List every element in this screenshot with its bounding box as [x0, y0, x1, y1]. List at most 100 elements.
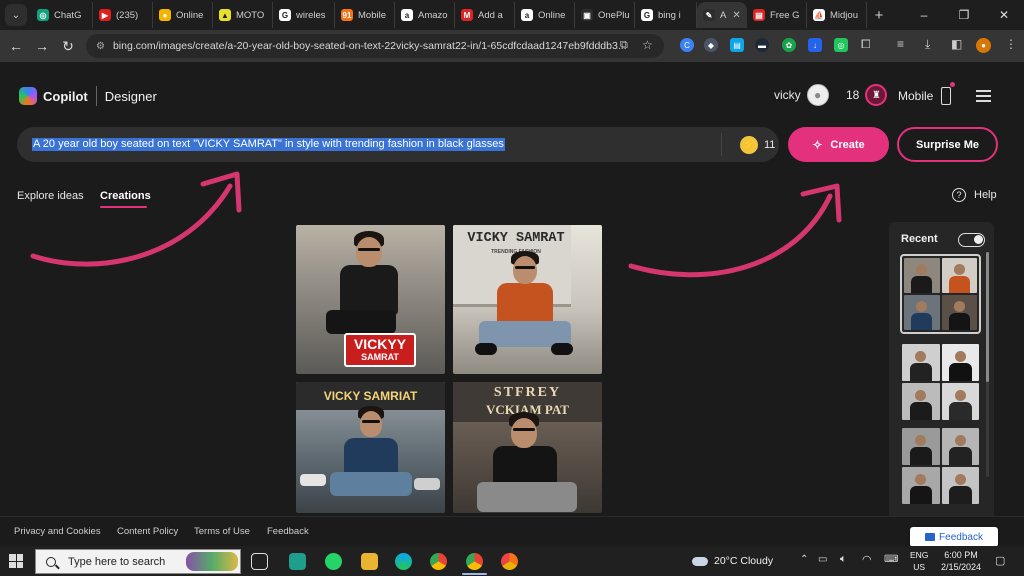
- restore-button[interactable]: ❐: [944, 0, 984, 30]
- create-button[interactable]: ✧ Create: [788, 127, 889, 162]
- keyboard-icon[interactable]: ⌨: [884, 554, 898, 565]
- reload-icon[interactable]: ↻: [55, 33, 81, 59]
- windows-start-icon[interactable]: [9, 554, 23, 568]
- taskbar-search-placeholder: Type here to search: [68, 555, 166, 568]
- reading-list-icon[interactable]: ≡: [897, 37, 904, 51]
- user-menu[interactable]: vicky ●: [774, 84, 829, 106]
- recent-group-3[interactable]: [900, 426, 981, 506]
- browser-tab[interactable]: Gwireles: [273, 2, 335, 28]
- extension-docs-icon[interactable]: ▤: [730, 38, 744, 52]
- recent-toggle[interactable]: [958, 233, 985, 247]
- browser-tab[interactable]: a Online: [515, 2, 575, 28]
- hamburger-menu-icon[interactable]: [976, 90, 991, 102]
- recent-group-1[interactable]: [900, 254, 981, 334]
- privacy-link[interactable]: Privacy and Cookies: [14, 526, 101, 537]
- page-footer: Privacy and Cookies Content Policy Terms…: [0, 516, 1024, 544]
- browser-tab[interactable]: 91 Mobile: [335, 2, 395, 28]
- tab-label: ChatG: [54, 9, 82, 21]
- browser-tab[interactable]: ✎ A ✕: [697, 2, 747, 28]
- browser-tab[interactable]: M Add a: [455, 2, 515, 28]
- recent-label: Recent: [901, 233, 938, 245]
- extension-chatgpt-icon[interactable]: ◎: [834, 38, 848, 52]
- forward-icon[interactable]: →: [29, 33, 55, 59]
- extension-c-icon[interactable]: C: [680, 38, 694, 52]
- rewards[interactable]: 18 ♜: [846, 84, 888, 106]
- mobile-link[interactable]: Mobile: [898, 82, 956, 105]
- wifi-icon[interactable]: ◠: [862, 553, 872, 566]
- feedback-link[interactable]: Feedback: [267, 526, 309, 537]
- weather-text: 20°C Cloudy: [714, 555, 774, 567]
- browser-tab[interactable]: a Amazo: [395, 2, 455, 28]
- tab-search-button[interactable]: ⌄: [5, 4, 27, 26]
- content-policy-link[interactable]: Content Policy: [117, 526, 178, 537]
- generated-image-4[interactable]: STFREY VCKIAM PAT: [453, 382, 602, 513]
- help-button[interactable]: ? Help: [952, 188, 997, 202]
- search-icon: [46, 556, 56, 567]
- language-indicator[interactable]: ENG US: [910, 549, 928, 573]
- extension-dark-icon[interactable]: ▬: [755, 38, 769, 52]
- annotation-arrow-left: [30, 171, 242, 267]
- generated-image-2[interactable]: VICKY SAMRAT TRENDING FASHION: [453, 225, 602, 374]
- close-window-button[interactable]: ✕: [984, 0, 1024, 30]
- app-teal-icon[interactable]: [289, 553, 306, 570]
- recent-scrollbar[interactable]: [986, 252, 989, 382]
- minimize-button[interactable]: –: [904, 0, 944, 30]
- recent-group-2[interactable]: [900, 342, 981, 422]
- browser-tab[interactable]: ▶ (235): [93, 2, 153, 28]
- extension-download-icon[interactable]: ↓: [808, 38, 822, 52]
- edge-icon[interactable]: [395, 553, 412, 570]
- taskbar-clock[interactable]: 6:00 PM 2/15/2024: [938, 549, 984, 573]
- generated-image-3[interactable]: VICKY SAMRIAT: [296, 382, 445, 513]
- site-info-icon[interactable]: ⚙: [96, 41, 105, 52]
- tab-label: Amazo: [418, 9, 448, 21]
- browser-tab[interactable]: ▤ Free G: [747, 2, 807, 28]
- battery-icon[interactable]: ▭: [818, 554, 827, 565]
- tab-favicon-icon: 91: [341, 9, 353, 21]
- prompt-text[interactable]: A 20 year old boy seated on text "VICKY …: [32, 138, 505, 151]
- bookmark-star-icon[interactable]: ☆: [642, 38, 653, 52]
- generated-image-1[interactable]: VICKYY SAMRAT: [296, 225, 445, 374]
- chrome-profile-icon[interactable]: [501, 553, 518, 570]
- feedback-button-label: Feedback: [939, 531, 983, 543]
- prompt-input[interactable]: A 20 year old boy seated on text "VICKY …: [17, 127, 779, 162]
- chrome-active-icon[interactable]: [466, 553, 483, 570]
- weather-widget[interactable]: 20°C Cloudy: [692, 546, 773, 576]
- tab-label: (235): [116, 9, 139, 21]
- downloads-icon[interactable]: ⤓: [925, 37, 930, 52]
- address-bar[interactable]: ⚙ bing.com/images/create/a-20-year-old-b…: [86, 34, 664, 58]
- tab-close-icon[interactable]: ✕: [732, 10, 740, 21]
- browser-tab-strip: ⌄ ◎ ChatG ▶ (235) ● Online ▲ MOTO Gwireles 91 Mob…: [0, 0, 1024, 30]
- whatsapp-icon[interactable]: [325, 553, 342, 570]
- tray-expand-icon[interactable]: ⌃: [800, 554, 808, 565]
- side-panel-icon[interactable]: ◧: [951, 37, 962, 51]
- image-2-sign: VICKY SAMRAT: [467, 231, 565, 246]
- boost-counter[interactable]: ⚡ 11: [721, 133, 775, 156]
- region-code: US: [913, 562, 926, 572]
- browser-tab[interactable]: ▲ MOTO: [213, 2, 273, 28]
- new-tab-button[interactable]: +: [867, 7, 891, 24]
- extension-shield-icon[interactable]: ◆: [704, 38, 718, 52]
- browser-tab[interactable]: ⛵ Midjou: [807, 2, 867, 28]
- brand-divider: [95, 86, 97, 106]
- notification-icon[interactable]: ▢: [995, 554, 1005, 567]
- feedback-button[interactable]: Feedback: [910, 527, 998, 547]
- brand[interactable]: Copilot Designer: [19, 86, 157, 106]
- extension-green-icon[interactable]: ✿: [782, 38, 796, 52]
- browser-tab[interactable]: ▣ OnePlu: [575, 2, 635, 28]
- terms-link[interactable]: Terms of Use: [194, 526, 250, 537]
- taskbar-search[interactable]: Type here to search: [35, 549, 241, 574]
- chrome-menu-icon[interactable]: ⋮: [1005, 37, 1017, 51]
- chrome-icon[interactable]: [430, 553, 447, 570]
- volume-icon[interactable]: 🔈︎: [840, 553, 847, 566]
- tab-label: Mobile: [358, 9, 386, 21]
- browser-tab[interactable]: Gbing i: [635, 2, 697, 28]
- task-view-icon[interactable]: [251, 553, 268, 570]
- file-explorer-icon[interactable]: [361, 553, 378, 570]
- surprise-me-button[interactable]: Surprise Me: [897, 127, 998, 162]
- profile-avatar-icon[interactable]: ●: [976, 38, 991, 53]
- install-app-icon[interactable]: ⧉: [620, 39, 628, 52]
- extensions-puzzle-icon[interactable]: ⧠: [861, 37, 871, 52]
- browser-tab[interactable]: ◎ ChatG: [31, 2, 93, 28]
- browser-tab[interactable]: ● Online: [153, 2, 213, 28]
- back-icon[interactable]: ←: [3, 33, 29, 59]
